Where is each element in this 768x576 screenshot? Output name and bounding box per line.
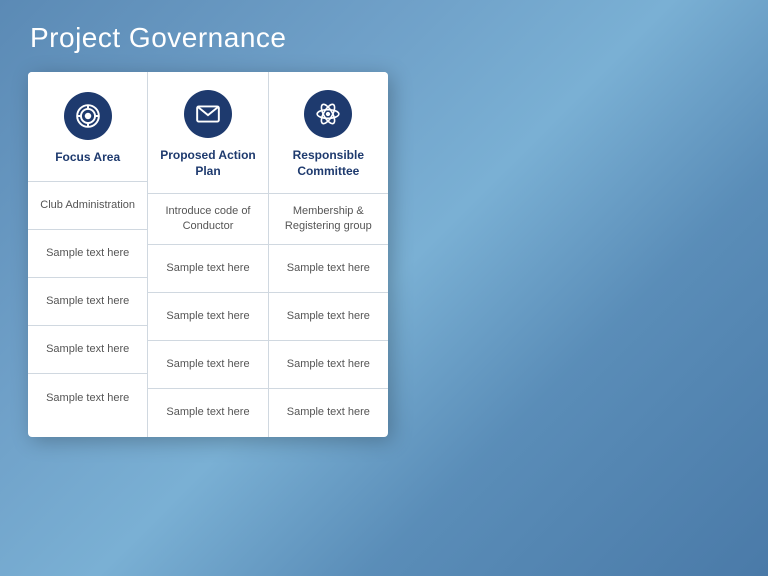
cell-col0-row0: Club Administration [28,182,147,230]
cell-col2-row3: Sample text here [269,341,388,389]
page-title: Project Governance [0,0,768,72]
atom-icon [304,90,352,138]
cell-col2-row0: Membership & Registering group [269,194,388,245]
cell-col0-row3: Sample text here [28,326,147,374]
cell-col1-row2: Sample text here [148,293,267,341]
cell-col2-row1: Sample text here [269,245,388,293]
cell-col0-row2: Sample text here [28,278,147,326]
col-title-responsible-committee: Responsible Committee [279,148,378,179]
column-proposed-action-plan: Proposed Action Plan Introduce code of Co… [148,72,268,437]
cell-col2-row4: Sample text here [269,389,388,437]
envelope-icon [184,90,232,138]
cell-col1-row1: Sample text here [148,245,267,293]
cell-col1-row3: Sample text here [148,341,267,389]
col-header-proposed-action-plan: Proposed Action Plan [148,72,267,194]
column-responsible-committee: Responsible Committee Membership & Regist… [269,72,388,437]
target-icon [64,92,112,140]
column-focus-area: Focus AreaClub AdministrationSample text… [28,72,148,437]
cell-col0-row4: Sample text here [28,374,147,422]
cell-col1-row4: Sample text here [148,389,267,437]
col-header-focus-area: Focus Area [28,72,147,182]
col-header-responsible-committee: Responsible Committee [269,72,388,194]
col-title-focus-area: Focus Area [55,150,120,166]
col-title-proposed-action-plan: Proposed Action Plan [158,148,257,179]
governance-table: Focus AreaClub AdministrationSample text… [28,72,388,437]
cell-col0-row1: Sample text here [28,230,147,278]
cell-col1-row0: Introduce code of Conductor [148,194,267,245]
cell-col2-row2: Sample text here [269,293,388,341]
